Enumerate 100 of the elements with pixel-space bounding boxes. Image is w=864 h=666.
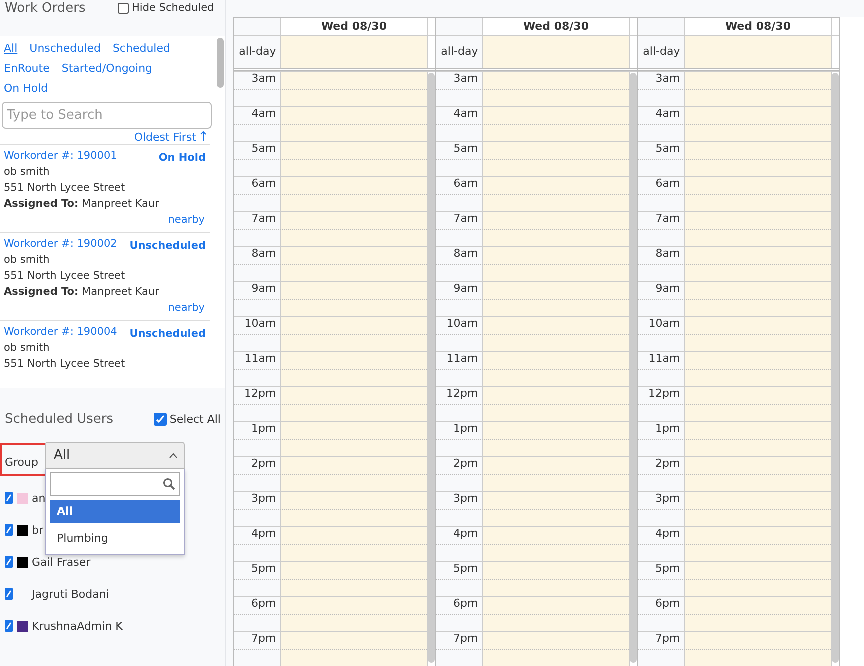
time-slot[interactable] xyxy=(483,177,630,211)
time-slot[interactable] xyxy=(685,72,832,106)
time-slot[interactable] xyxy=(281,352,428,386)
time-slot[interactable] xyxy=(483,317,630,351)
time-slot[interactable] xyxy=(281,597,428,631)
filter-link[interactable]: On Hold xyxy=(4,81,48,97)
time-slot[interactable] xyxy=(281,212,428,246)
dropdown-option[interactable]: All xyxy=(50,500,180,523)
time-slot[interactable] xyxy=(281,632,428,666)
work-order-card[interactable]: Workorder #: 190001 On Hold ob smith 551 North Lycee Street Assigned To: Manpreet Kaur nearby xyxy=(0,144,210,232)
time-slot[interactable] xyxy=(483,597,630,631)
time-slot[interactable] xyxy=(483,212,630,246)
all-day-label: all-day xyxy=(436,36,484,68)
time-slot[interactable] xyxy=(483,492,630,526)
assigned-text: Assigned To: Manpreet Kaur xyxy=(4,197,160,212)
time-slot[interactable] xyxy=(281,457,428,491)
group-dropdown[interactable]: All xyxy=(45,442,185,469)
time-slot[interactable] xyxy=(685,212,832,246)
time-slot[interactable] xyxy=(483,632,630,666)
time-slot[interactable] xyxy=(483,562,630,596)
work-order-card[interactable]: Workorder #: 190004 Unscheduled ob smith 551 North Lycee Street xyxy=(0,320,210,376)
time-slot[interactable] xyxy=(685,387,832,421)
time-slot[interactable] xyxy=(483,247,630,281)
time-slot[interactable] xyxy=(685,247,832,281)
time-slot[interactable] xyxy=(483,72,630,106)
time-label: 5pm xyxy=(454,562,478,575)
scrollbar-thumb[interactable] xyxy=(217,38,224,88)
scrollbar-thumb[interactable] xyxy=(630,73,638,663)
all-day-cell[interactable] xyxy=(483,36,630,68)
time-slot[interactable] xyxy=(281,387,428,421)
user-checkbox[interactable] xyxy=(5,620,13,632)
time-slot[interactable] xyxy=(685,562,832,596)
time-slot[interactable] xyxy=(685,527,832,561)
all-day-cell[interactable] xyxy=(281,36,428,68)
nearby-link[interactable]: nearby xyxy=(168,302,205,314)
time-slot[interactable] xyxy=(685,282,832,316)
time-slot[interactable] xyxy=(483,527,630,561)
filter-link[interactable]: Unscheduled xyxy=(30,41,101,57)
time-slot[interactable] xyxy=(685,177,832,211)
time-slot[interactable] xyxy=(281,562,428,596)
select-all-checkbox[interactable]: Select All xyxy=(154,413,221,426)
time-slot[interactable] xyxy=(483,352,630,386)
time-slot[interactable] xyxy=(281,317,428,351)
scrollbar-thumb[interactable] xyxy=(832,73,840,663)
time-slot[interactable] xyxy=(281,72,428,106)
time-slot[interactable] xyxy=(685,632,832,666)
time-slot[interactable] xyxy=(281,492,428,526)
filter-link[interactable]: Started/Ongoing xyxy=(62,61,153,77)
user-checkbox[interactable] xyxy=(5,588,13,600)
time-label: 9am xyxy=(252,282,276,295)
work-order-number[interactable]: Workorder #: 190002 xyxy=(4,236,118,252)
filter-link[interactable]: Scheduled xyxy=(112,41,170,57)
filter-link[interactable]: EnRoute xyxy=(4,61,50,77)
user-checkbox[interactable] xyxy=(5,556,13,568)
all-day-cell[interactable] xyxy=(685,36,832,68)
user-checkbox[interactable] xyxy=(5,524,13,536)
filter-link[interactable]: All xyxy=(4,41,18,57)
time-slot[interactable] xyxy=(685,422,832,456)
dropdown-search-field[interactable] xyxy=(50,472,180,496)
time-slot[interactable] xyxy=(281,177,428,211)
scrollbar-thumb[interactable] xyxy=(428,73,436,663)
time-slot[interactable] xyxy=(483,107,630,141)
time-slot[interactable] xyxy=(483,387,630,421)
time-slot[interactable] xyxy=(281,107,428,141)
time-slot[interactable] xyxy=(685,492,832,526)
work-order-number[interactable]: Workorder #: 190004 xyxy=(4,324,118,340)
time-slot[interactable] xyxy=(281,282,428,316)
search-field[interactable]: Type to Search xyxy=(2,102,212,129)
user-checkbox[interactable] xyxy=(5,492,13,504)
time-slot[interactable] xyxy=(281,142,428,176)
search-icon xyxy=(163,478,175,490)
dropdown-option[interactable]: Plumbing xyxy=(50,527,180,550)
time-slot[interactable] xyxy=(685,352,832,386)
time-slot[interactable] xyxy=(483,422,630,456)
hide-scheduled-checkbox[interactable]: Hide Scheduled xyxy=(118,2,214,14)
work-order-card[interactable]: Workorder #: 190002 Unscheduled ob smith 551 North Lycee Street Assigned To: Manpreet Kaur nearby xyxy=(0,232,210,320)
work-order-number[interactable]: Workorder #: 190001 xyxy=(4,148,118,164)
sort-link[interactable]: Oldest First xyxy=(0,131,207,144)
nearby-link[interactable]: nearby xyxy=(168,214,205,226)
time-slot[interactable] xyxy=(483,457,630,491)
time-label: 2pm xyxy=(252,457,276,470)
time-slot[interactable] xyxy=(483,142,630,176)
time-slot[interactable] xyxy=(685,142,832,176)
time-label: 4am xyxy=(656,107,680,120)
time-slot[interactable] xyxy=(685,107,832,141)
time-slot[interactable] xyxy=(281,247,428,281)
time-slot[interactable] xyxy=(281,422,428,456)
time-slot[interactable] xyxy=(281,527,428,561)
time-slot[interactable] xyxy=(483,282,630,316)
time-label: 6am xyxy=(656,177,680,190)
user-name: Gail Fraser xyxy=(32,556,91,568)
time-slot[interactable] xyxy=(685,457,832,491)
time-slot[interactable] xyxy=(685,317,832,351)
status-label: On Hold xyxy=(158,151,206,166)
time-label: 4pm xyxy=(252,527,276,540)
section-title: Scheduled Users xyxy=(5,412,114,427)
time-label: 7am xyxy=(454,212,478,225)
time-label: 5am xyxy=(656,142,680,155)
time-slot[interactable] xyxy=(685,597,832,631)
time-label: 7am xyxy=(656,212,680,225)
